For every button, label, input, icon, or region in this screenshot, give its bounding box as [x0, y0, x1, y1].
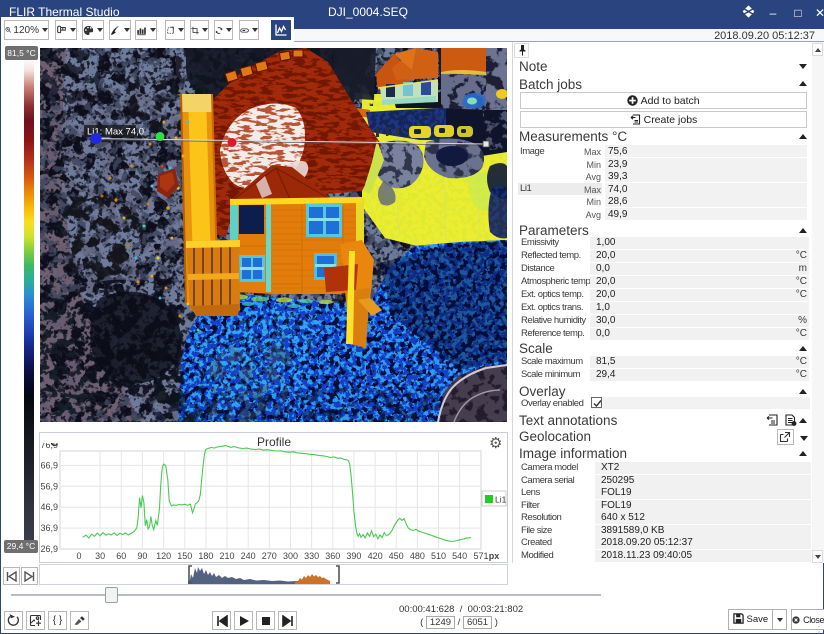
svg-text:Li1: Li1 — [495, 495, 507, 505]
svg-text:120: 120 — [156, 551, 171, 561]
svg-text:450: 450 — [389, 551, 404, 561]
svg-text:66,9: 66,9 — [40, 460, 58, 470]
svg-text:26,9: 26,9 — [40, 544, 58, 554]
svg-text:480: 480 — [410, 551, 425, 561]
svg-text:420: 420 — [368, 551, 383, 561]
svg-text:330: 330 — [304, 551, 319, 561]
svg-text:Profile: Profile — [257, 435, 291, 449]
svg-text:390: 390 — [346, 551, 361, 561]
svg-text:540: 540 — [452, 551, 467, 561]
svg-text:150: 150 — [177, 551, 192, 561]
svg-text:⚙: ⚙ — [489, 435, 502, 452]
svg-text:360: 360 — [325, 551, 340, 561]
svg-text:210: 210 — [219, 551, 234, 561]
svg-text:571: 571 — [473, 551, 488, 561]
svg-text:60: 60 — [116, 551, 126, 561]
svg-text:36,9: 36,9 — [40, 523, 58, 533]
svg-text:180: 180 — [198, 551, 213, 561]
svg-text:46,9: 46,9 — [40, 502, 58, 512]
svg-text:56,9: 56,9 — [40, 481, 58, 491]
svg-text:510: 510 — [431, 551, 446, 561]
svg-text:240: 240 — [241, 551, 256, 561]
svg-text:px: px — [489, 551, 500, 561]
svg-text:90: 90 — [137, 551, 147, 561]
svg-text:0: 0 — [76, 551, 81, 561]
svg-text:300: 300 — [283, 551, 298, 561]
svg-text:270: 270 — [262, 551, 277, 561]
svg-text:30: 30 — [95, 551, 105, 561]
